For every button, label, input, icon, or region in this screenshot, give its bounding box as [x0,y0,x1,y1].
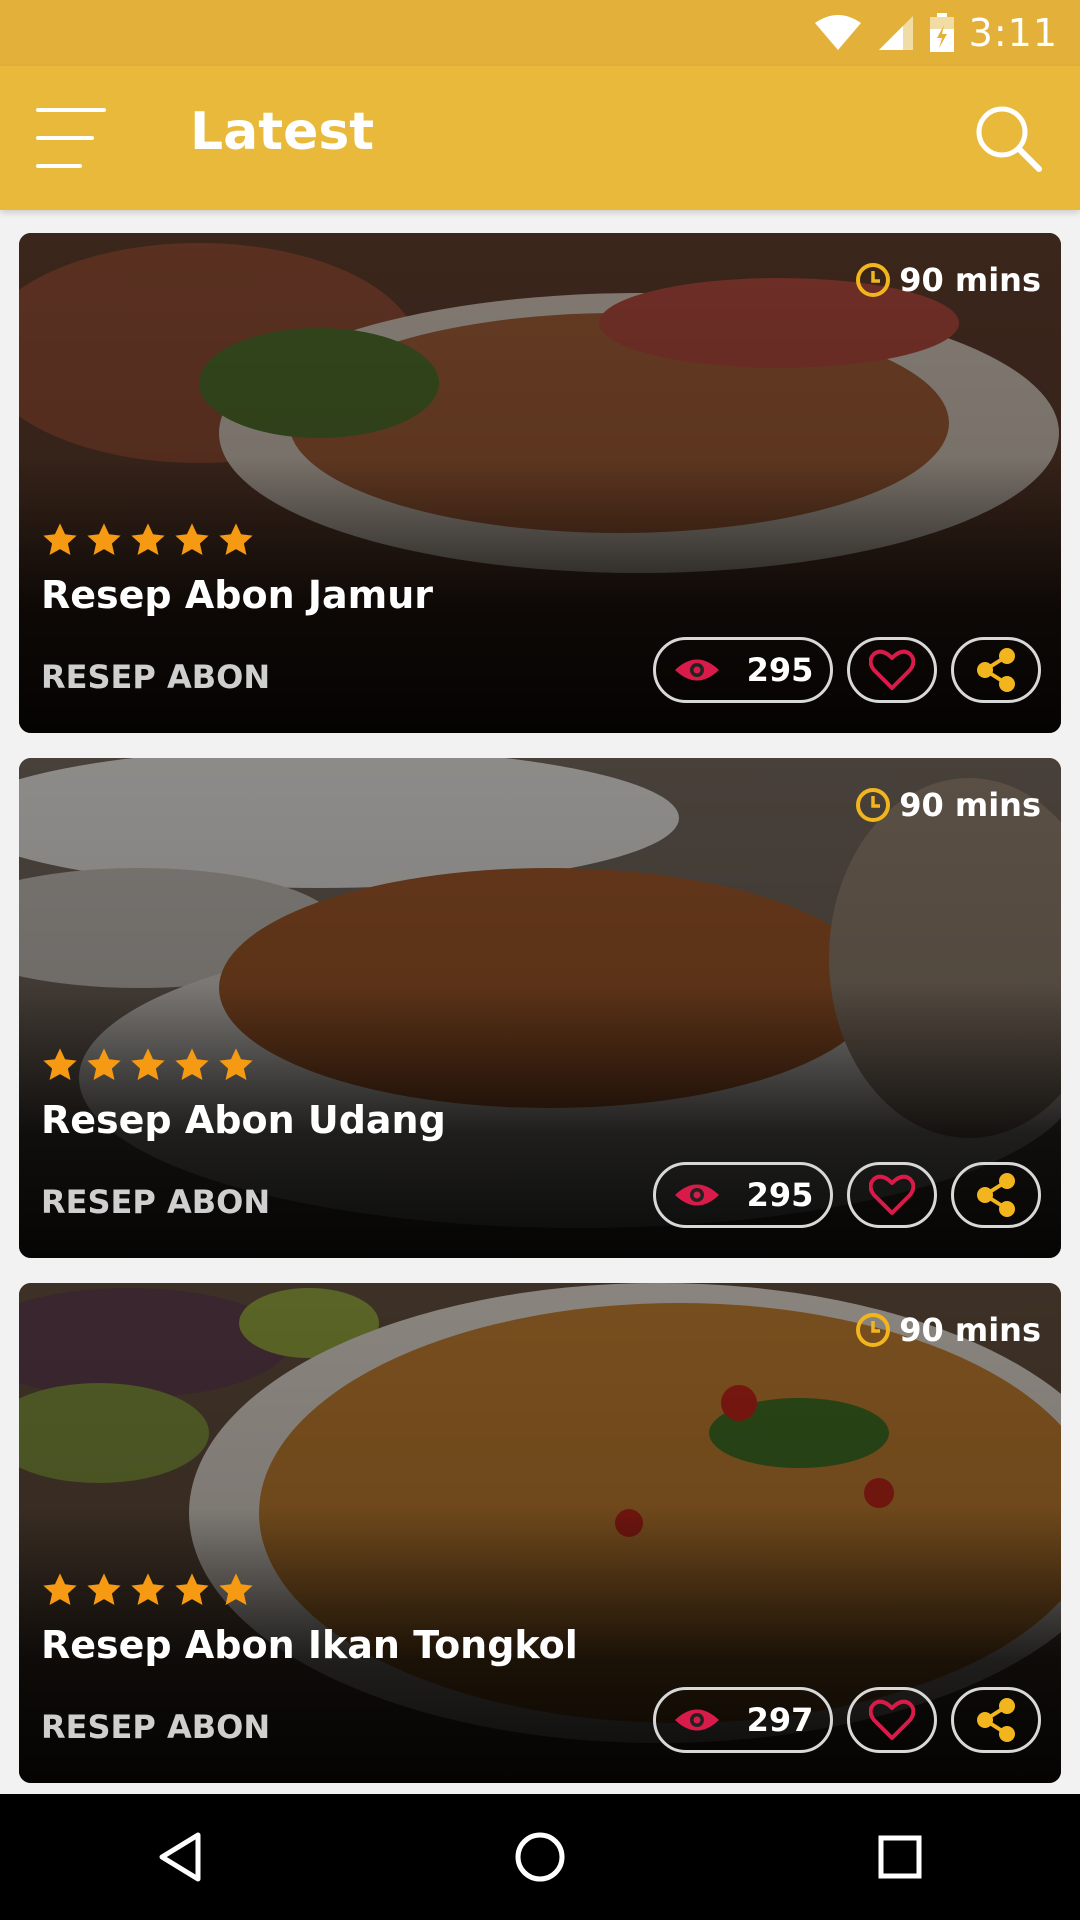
cook-time-label: 90 mins [899,261,1041,299]
battery-icon [929,13,954,52]
views-count: 295 [746,651,814,689]
recents-button[interactable] [860,1817,940,1897]
favorite-button[interactable] [847,637,937,703]
recipe-list: 90 mins Resep Abon Jamur RESEP ABON 295 [19,233,1061,1808]
search-icon[interactable] [972,102,1044,174]
views-button[interactable]: 295 [653,637,833,703]
menu-icon-line [36,136,94,140]
back-icon [159,1832,201,1882]
card-actions: 295 [653,1162,1041,1228]
menu-button[interactable] [36,108,106,168]
rating-stars [41,1046,255,1084]
card-actions: 297 [653,1687,1041,1753]
star-icon [175,1573,209,1606]
page-title: Latest [190,102,375,162]
clock-icon [856,1313,891,1347]
status-time: 3:11 [968,11,1058,55]
share-button[interactable] [951,637,1041,703]
star-icon [43,1048,77,1081]
star-icon [219,1048,253,1081]
share-button[interactable] [951,1687,1041,1753]
cook-time: 90 mins [855,1311,1041,1349]
home-button[interactable] [500,1817,580,1897]
recipe-title[interactable]: Resep Abon Udang [41,1098,446,1142]
star-icon [175,523,209,556]
views-count: 295 [746,1176,814,1214]
system-nav-bar [0,1794,1080,1920]
heart-icon [869,1699,915,1740]
share-icon [977,1173,1015,1217]
star-icon [87,523,121,556]
favorite-button[interactable] [847,1687,937,1753]
recipe-title[interactable]: Resep Abon Jamur [41,573,433,617]
signal-icon [878,16,913,50]
recipe-category: RESEP ABON [41,1708,271,1746]
menu-icon-line [36,164,82,168]
recents-icon [878,1835,922,1879]
star-icon [43,1573,77,1606]
card-actions: 295 [653,637,1041,703]
star-icon [175,1048,209,1081]
favorite-button[interactable] [847,1162,937,1228]
star-icon [219,1573,253,1606]
rating-stars [41,521,255,559]
back-button[interactable] [140,1817,220,1897]
recipe-category: RESEP ABON [41,1183,271,1221]
clock-icon [856,263,891,297]
eye-icon [674,1709,719,1731]
recipe-card[interactable]: 90 mins Resep Abon Jamur RESEP ABON 295 [19,233,1061,733]
home-icon [515,1832,565,1882]
star-icon [87,1048,121,1081]
share-icon [977,1698,1015,1742]
star-icon [131,1573,165,1606]
rating-stars [41,1571,255,1609]
star-icon [219,523,253,556]
status-bar: 3:11 [0,0,1080,66]
views-button[interactable]: 295 [653,1162,833,1228]
recipe-card[interactable]: 90 mins Resep Abon Udang RESEP ABON 295 [19,758,1061,1258]
heart-icon [869,1174,915,1215]
menu-icon [36,108,106,112]
cook-time: 90 mins [855,786,1041,824]
share-button[interactable] [951,1162,1041,1228]
star-icon [87,1573,121,1606]
eye-icon [674,659,719,681]
app-bar: Latest [0,66,1080,210]
share-icon [977,648,1015,692]
recipe-category: RESEP ABON [41,658,271,696]
wifi-icon [814,15,861,50]
star-icon [131,523,165,556]
cook-time-label: 90 mins [899,786,1041,824]
star-icon [131,1048,165,1081]
status-icons: 3:11 [813,10,1058,56]
views-button[interactable]: 297 [653,1687,833,1753]
clock-icon [856,788,891,822]
recipe-title[interactable]: Resep Abon Ikan Tongkol [41,1623,578,1667]
cook-time: 90 mins [855,261,1041,299]
views-count: 297 [746,1701,814,1739]
recipe-card[interactable]: 90 mins Resep Abon Ikan Tongkol RESEP AB… [19,1283,1061,1783]
heart-icon [869,649,915,690]
eye-icon [674,1184,719,1206]
star-icon [43,523,77,556]
cook-time-label: 90 mins [899,1311,1041,1349]
